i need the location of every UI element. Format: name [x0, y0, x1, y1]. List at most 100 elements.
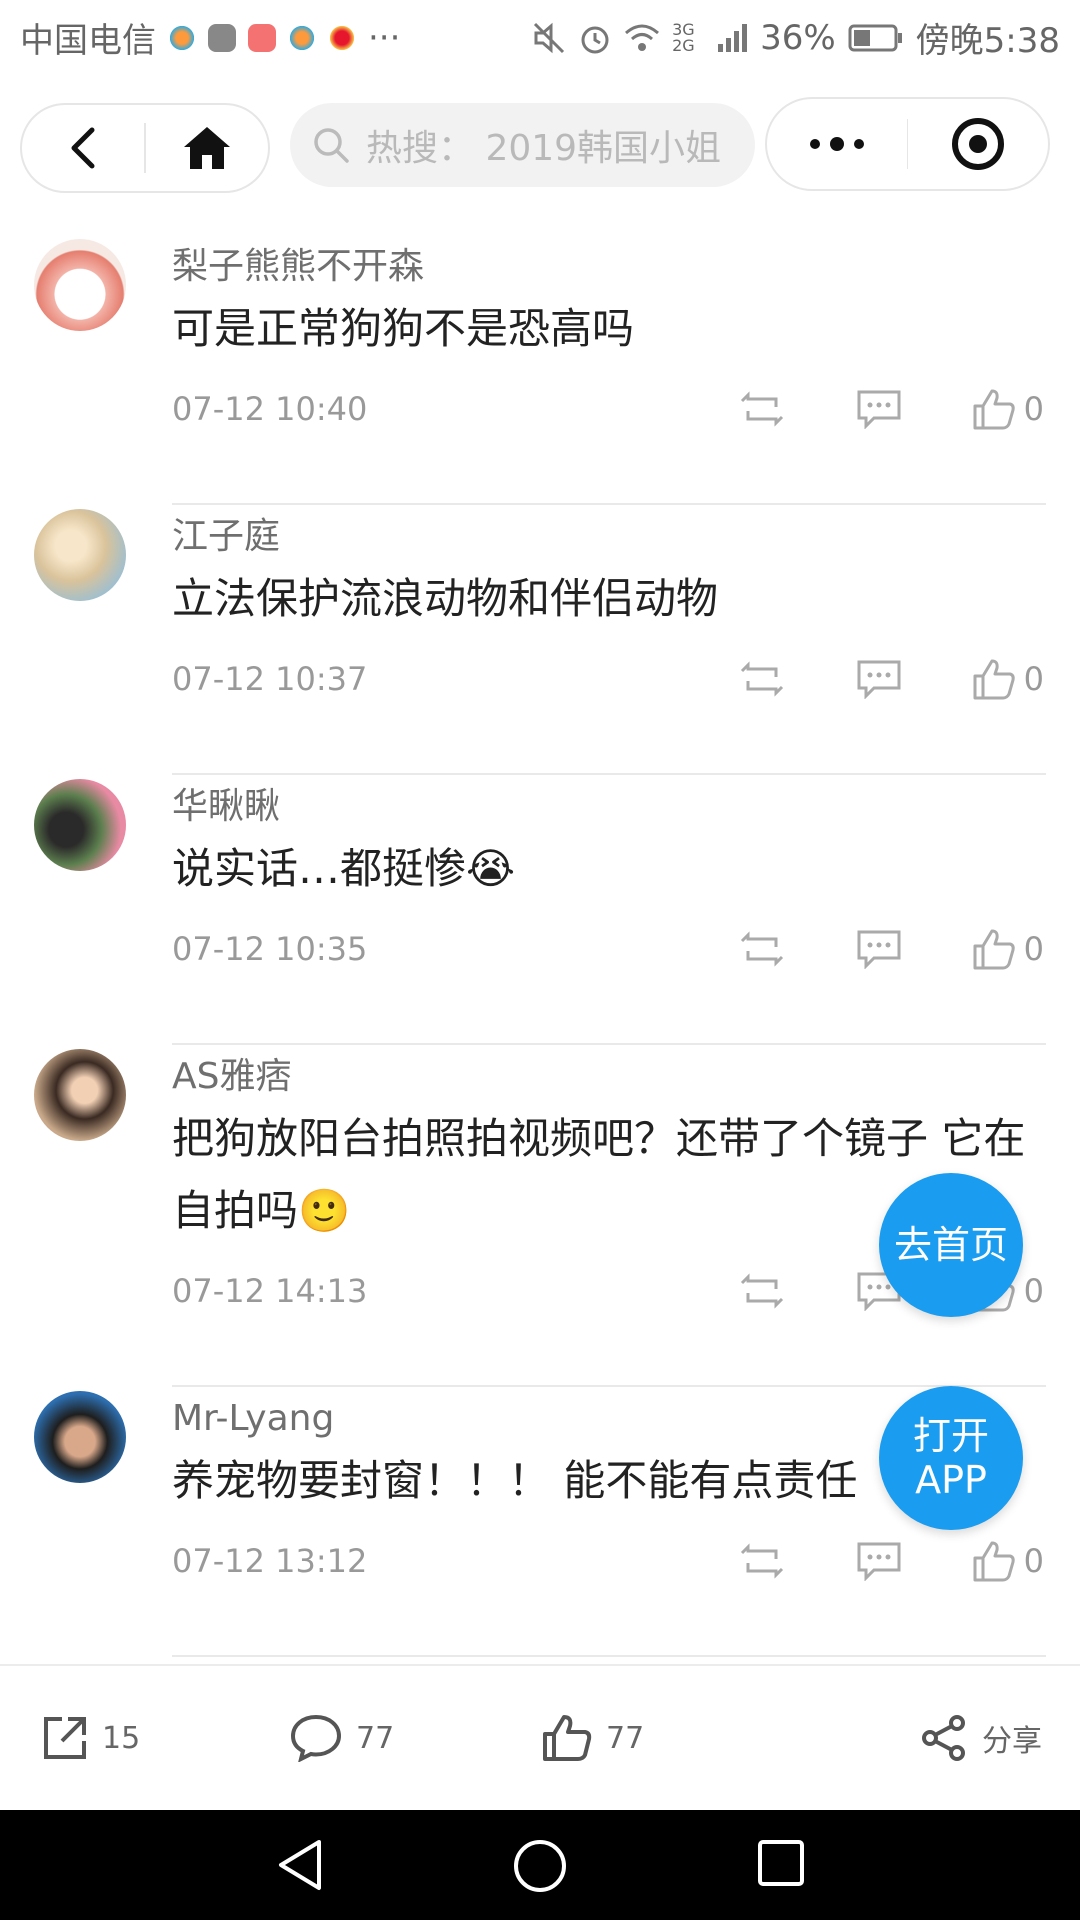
- home-button[interactable]: [146, 105, 268, 191]
- wifi-icon: [625, 24, 660, 51]
- back-arrow-icon: [71, 127, 95, 169]
- go-home-label: 去首页: [893, 1223, 1008, 1267]
- more-button[interactable]: [767, 99, 907, 189]
- repost-button[interactable]: [738, 929, 786, 969]
- like-thumb-icon: [543, 1715, 592, 1761]
- share-action[interactable]: 分享: [920, 1714, 1042, 1762]
- repost-button[interactable]: [738, 389, 786, 429]
- alarm-icon: [581, 26, 609, 53]
- system-nav-bar: [0, 1810, 1080, 1920]
- battery-percent: 36%: [760, 17, 836, 58]
- comment-meta: 07-12 10:40 0: [172, 379, 1044, 439]
- like-count: 0: [1023, 660, 1044, 698]
- search-placeholder: 热搜： 2019韩国小姐: [366, 128, 722, 169]
- like-button[interactable]: 0: [972, 388, 1044, 430]
- status-bar-left: 中国电信 ···: [20, 13, 400, 62]
- comment-text: 立法保护流浪动物和伴侣动物: [172, 574, 719, 623]
- reply-button[interactable]: [856, 1541, 902, 1581]
- like-count: 0: [1023, 1272, 1044, 1310]
- status-bar: 中国电信 ··· 3G 2G 36% 傍晚5:38: [0, 0, 1080, 75]
- open-app-fab[interactable]: 打开 APP: [879, 1386, 1023, 1530]
- back-button[interactable]: [22, 105, 144, 191]
- nav-capsule: [20, 103, 270, 193]
- close-miniapp-button[interactable]: [908, 99, 1048, 189]
- comment-bubble-icon: [290, 1714, 342, 1762]
- clock: 傍晚5:38: [915, 21, 1060, 61]
- like-button[interactable]: 0: [972, 928, 1044, 970]
- repost-icon: [740, 391, 783, 427]
- nav-recents-icon: [758, 1840, 804, 1886]
- nav-back-button[interactable]: [275, 1838, 325, 1896]
- comment-author[interactable]: 华瞅瞅: [172, 785, 1044, 829]
- comment-icon: [857, 660, 901, 699]
- tiktok-icon: [208, 23, 236, 52]
- search-icon: [314, 128, 349, 163]
- battery-icon: [848, 24, 902, 51]
- thumbs-up-icon: [973, 929, 1015, 970]
- comment-action[interactable]: 77: [290, 1714, 394, 1762]
- go-home-fab[interactable]: 去首页: [879, 1173, 1023, 1317]
- comment-actions: 0: [668, 649, 1044, 709]
- comment-author[interactable]: 江子庭: [172, 515, 1044, 559]
- repost-button[interactable]: [738, 659, 786, 699]
- weibo-icon: [328, 23, 356, 52]
- status-bar-right: 3G 2G 36% 傍晚5:38: [532, 13, 1060, 62]
- reply-button[interactable]: [856, 659, 902, 699]
- comment-body: 梨子熊熊不开森 可是正常狗狗不是恐高吗 07-12 10:40 0: [172, 245, 1044, 439]
- app-notification-icon-2: [288, 23, 316, 52]
- like-count: 0: [1023, 930, 1044, 968]
- search-box[interactable]: 热搜： 2019韩国小姐: [290, 103, 755, 187]
- comment-time: 07-12 10:37: [172, 660, 368, 698]
- signal-icon: [718, 23, 748, 52]
- repost-action[interactable]: 15: [42, 1715, 140, 1761]
- avatar[interactable]: [34, 779, 126, 871]
- repost-button[interactable]: [738, 1271, 786, 1311]
- comment-time: 07-12 13:12: [172, 1542, 368, 1580]
- like-button[interactable]: 0: [972, 1540, 1044, 1582]
- app-notification-icon: [168, 23, 196, 52]
- share-label: 分享: [982, 1724, 1042, 1759]
- like-button[interactable]: 0: [972, 658, 1044, 700]
- comment-meta: 07-12 10:37 0: [172, 649, 1044, 709]
- reply-button[interactable]: [856, 389, 902, 429]
- comment-divider: [172, 1655, 1046, 1657]
- avatar[interactable]: [34, 1049, 126, 1141]
- nav-home-icon: [514, 1840, 566, 1892]
- repost-button[interactable]: [738, 1541, 786, 1581]
- thumbs-up-icon: [973, 659, 1015, 700]
- repost-icon: [740, 1543, 783, 1579]
- avatar[interactable]: [34, 239, 126, 331]
- target-close-icon: [952, 118, 1005, 170]
- repost-count: 15: [102, 1720, 141, 1756]
- nav-home-button[interactable]: [512, 1838, 568, 1898]
- reply-button[interactable]: [856, 929, 902, 969]
- repost-icon: [740, 1273, 783, 1309]
- like-count: 0: [1023, 1542, 1044, 1580]
- comment-meta: 07-12 10:35 0: [172, 919, 1044, 979]
- comment-text: 说实话…都挺惨😭: [172, 844, 516, 893]
- more-dots-icon: [809, 137, 864, 151]
- repost-icon: [740, 661, 783, 697]
- nav-recents-button[interactable]: [756, 1838, 806, 1892]
- more-notifications: ···: [368, 17, 401, 58]
- comment-time: 07-12 10:35: [172, 930, 368, 968]
- like-action[interactable]: 77: [542, 1714, 644, 1762]
- comment-time: 07-12 10:40: [172, 390, 368, 428]
- comment-actions: 0: [668, 919, 1044, 979]
- comment-body: 江子庭 立法保护流浪动物和伴侣动物 07-12 10:37 0: [172, 515, 1044, 709]
- avatar[interactable]: [34, 1391, 126, 1483]
- open-app-label-2: APP: [915, 1458, 987, 1502]
- network-type: 3G 2G: [672, 19, 695, 55]
- comment-author[interactable]: AS雅痞: [172, 1055, 1044, 1099]
- comment-icon: [857, 390, 901, 429]
- avatar[interactable]: [34, 509, 126, 601]
- thumbs-up-icon: [973, 389, 1015, 430]
- like-count: 0: [1023, 390, 1044, 428]
- app-red-icon: [248, 23, 276, 52]
- comment-item: 华瞅瞅 说实话…都挺惨😭 07-12 10:35 0: [0, 775, 1080, 1045]
- comment-time: 07-12 14:13: [172, 1272, 368, 1310]
- carrier-label: 中国电信: [20, 21, 156, 61]
- comment-author[interactable]: 梨子熊熊不开森: [172, 245, 1044, 289]
- comment-count: 77: [356, 1720, 395, 1756]
- comment-text: 可是正常狗狗不是恐高吗: [172, 304, 635, 353]
